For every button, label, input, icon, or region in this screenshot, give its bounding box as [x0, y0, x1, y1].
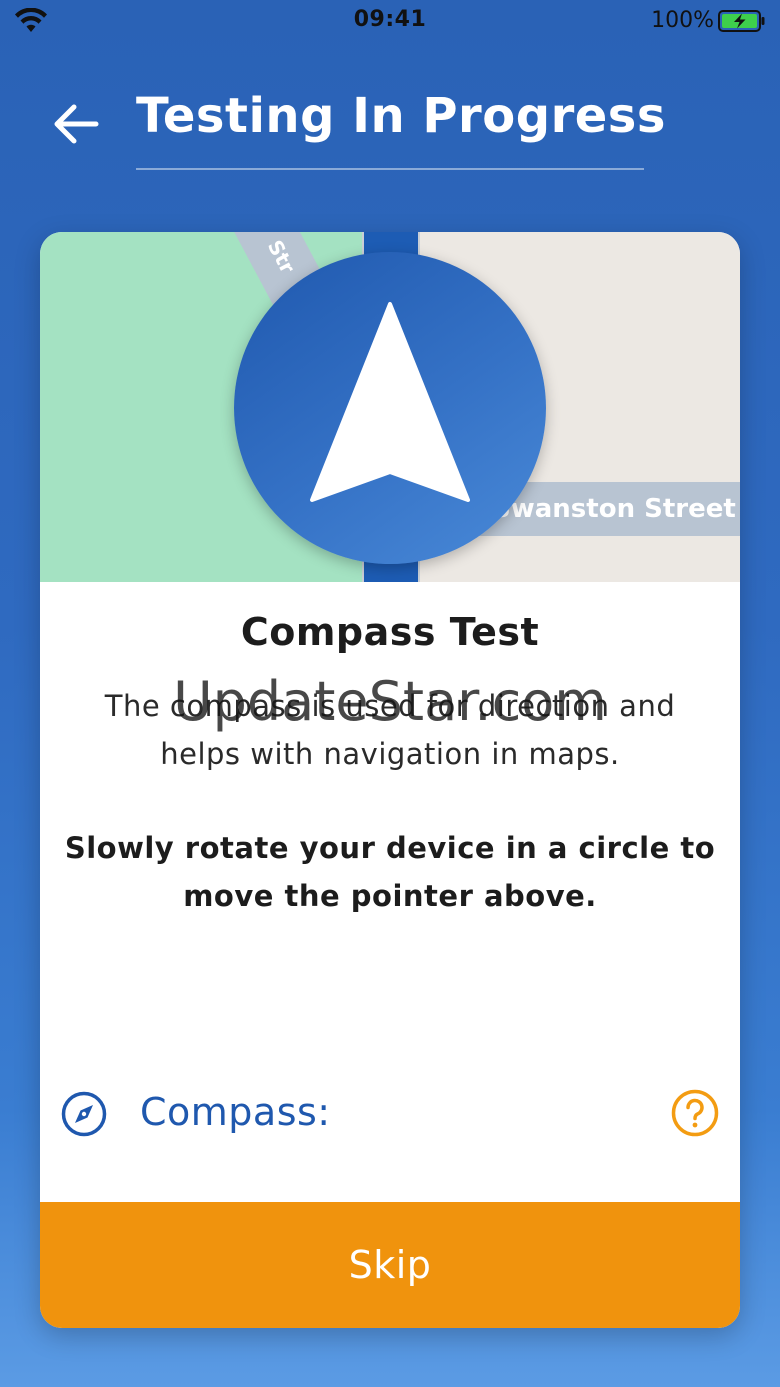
status-bar: 09:41 100%: [0, 0, 780, 44]
compass-icon: [61, 1091, 107, 1137]
navigation-arrow-icon: [310, 302, 470, 502]
compass-status-row: Compass:: [40, 1084, 740, 1144]
battery-percentage: 100%: [651, 8, 714, 33]
compass-label: Compass:: [140, 1090, 331, 1134]
page-title: Testing In Progress: [136, 88, 666, 144]
instruction-text: Slowly rotate your device in a circle to…: [64, 831, 716, 913]
back-arrow-icon[interactable]: [50, 98, 102, 150]
skip-button[interactable]: Skip: [40, 1202, 740, 1328]
question-circle-icon[interactable]: [670, 1088, 720, 1138]
battery-charging-icon: [718, 10, 765, 32]
map-street-label: Swanston Street: [492, 494, 736, 524]
test-description: The compass is used for direction and he…: [104, 689, 676, 771]
compass-dial: [234, 252, 546, 564]
map-illustration: Str Swanston Street: [40, 232, 740, 582]
test-card: Str Swanston Street Compass Test The com…: [40, 232, 740, 1328]
title-divider: [136, 168, 644, 170]
test-title: Compass Test: [240, 610, 540, 654]
